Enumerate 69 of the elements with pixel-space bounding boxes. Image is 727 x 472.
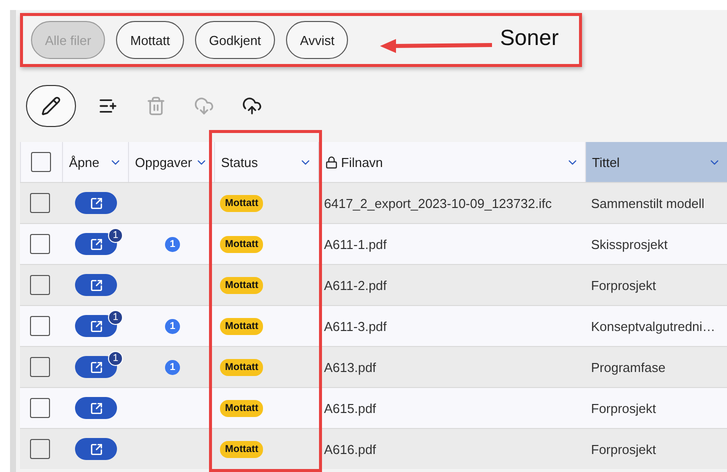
task-count-badge: 1 xyxy=(165,236,180,252)
open-external-icon xyxy=(90,360,102,374)
table-cell: Forprosjekt xyxy=(585,387,727,428)
open-button[interactable] xyxy=(75,397,117,419)
table-cell: Programfase xyxy=(585,346,727,387)
status-tag: Mottatt xyxy=(220,236,264,252)
table-cell: Sammenstilt modell xyxy=(585,182,727,223)
zone-chip[interactable]: Avvist xyxy=(286,21,348,59)
table-cell: A611-2.pdf xyxy=(318,264,585,305)
table-cell: A615.pdf xyxy=(318,387,585,428)
column-title: Tittel xyxy=(592,154,621,170)
row-checkbox[interactable] xyxy=(30,275,50,295)
table-cell: Skissprosjekt xyxy=(585,223,727,264)
table-cell: A611-3.pdf xyxy=(318,305,585,346)
column-header[interactable]: Oppgaver xyxy=(128,142,214,182)
open-button[interactable] xyxy=(75,274,117,296)
row-checkbox[interactable] xyxy=(30,439,50,459)
row-checkbox[interactable] xyxy=(30,316,50,336)
open-button[interactable] xyxy=(75,315,117,337)
status-tag: Mottatt xyxy=(220,194,264,212)
select-all-checkbox[interactable] xyxy=(31,152,51,172)
count-badge: 1 xyxy=(108,351,123,366)
open-external-icon xyxy=(90,196,102,210)
status-tag: Mottatt xyxy=(220,318,264,334)
table-cell: 6417_2_export_2023-10-09_123732.ifc xyxy=(318,182,585,223)
delete-icon xyxy=(146,96,166,116)
status-tag: Mottatt xyxy=(220,440,264,458)
zone-chip[interactable]: Godkjent xyxy=(195,21,276,59)
column-header[interactable]: Åpne xyxy=(62,142,128,182)
column-header[interactable]: Filnavn xyxy=(318,142,585,182)
row-checkbox[interactable] xyxy=(30,234,50,254)
open-external-icon xyxy=(90,442,102,456)
open-external-icon xyxy=(90,278,102,292)
open-external-icon xyxy=(90,238,102,250)
count-badge: 1 xyxy=(108,228,123,243)
status-tag: Mottatt xyxy=(220,276,264,294)
table-cell: A611-1.pdf xyxy=(318,223,585,264)
count-badge: 1 xyxy=(108,310,123,325)
table-cell: A613.pdf xyxy=(318,346,585,387)
table-cell: A616.pdf xyxy=(318,428,585,469)
cloud-upload-icon xyxy=(242,96,262,116)
column-header[interactable]: Tittel xyxy=(585,142,727,182)
open-button[interactable] xyxy=(75,233,117,255)
open-external-icon xyxy=(90,402,102,414)
row-checkbox[interactable] xyxy=(30,193,50,213)
open-button[interactable] xyxy=(75,356,117,378)
column-title: Oppgaver xyxy=(135,154,192,170)
column-title: Status xyxy=(221,154,259,170)
lock-icon xyxy=(325,156,338,168)
column-header[interactable]: Status xyxy=(214,142,318,182)
open-external-icon xyxy=(90,320,102,332)
row-checkbox[interactable] xyxy=(30,357,50,377)
open-button[interactable] xyxy=(75,192,117,214)
annotation-label: Soner xyxy=(500,25,559,51)
table-cell: Forprosjekt xyxy=(585,264,727,305)
task-count-badge: 1 xyxy=(165,360,180,374)
task-count-badge: 1 xyxy=(165,318,180,334)
table-cell: Forprosjekt xyxy=(585,428,727,469)
cloud-download-icon xyxy=(194,96,214,116)
pencil-icon xyxy=(41,96,61,116)
status-tag: Mottatt xyxy=(220,400,264,416)
column-title: Åpne xyxy=(69,154,100,170)
status-tag: Mottatt xyxy=(220,358,264,376)
edit-button[interactable] xyxy=(26,85,76,127)
zone-chip[interactable]: Mottatt xyxy=(116,21,184,59)
column-title: Filnavn xyxy=(341,154,384,170)
row-checkbox[interactable] xyxy=(30,398,50,418)
open-button[interactable] xyxy=(75,438,117,460)
table-cell: Konseptvalgutredni… xyxy=(585,305,727,346)
